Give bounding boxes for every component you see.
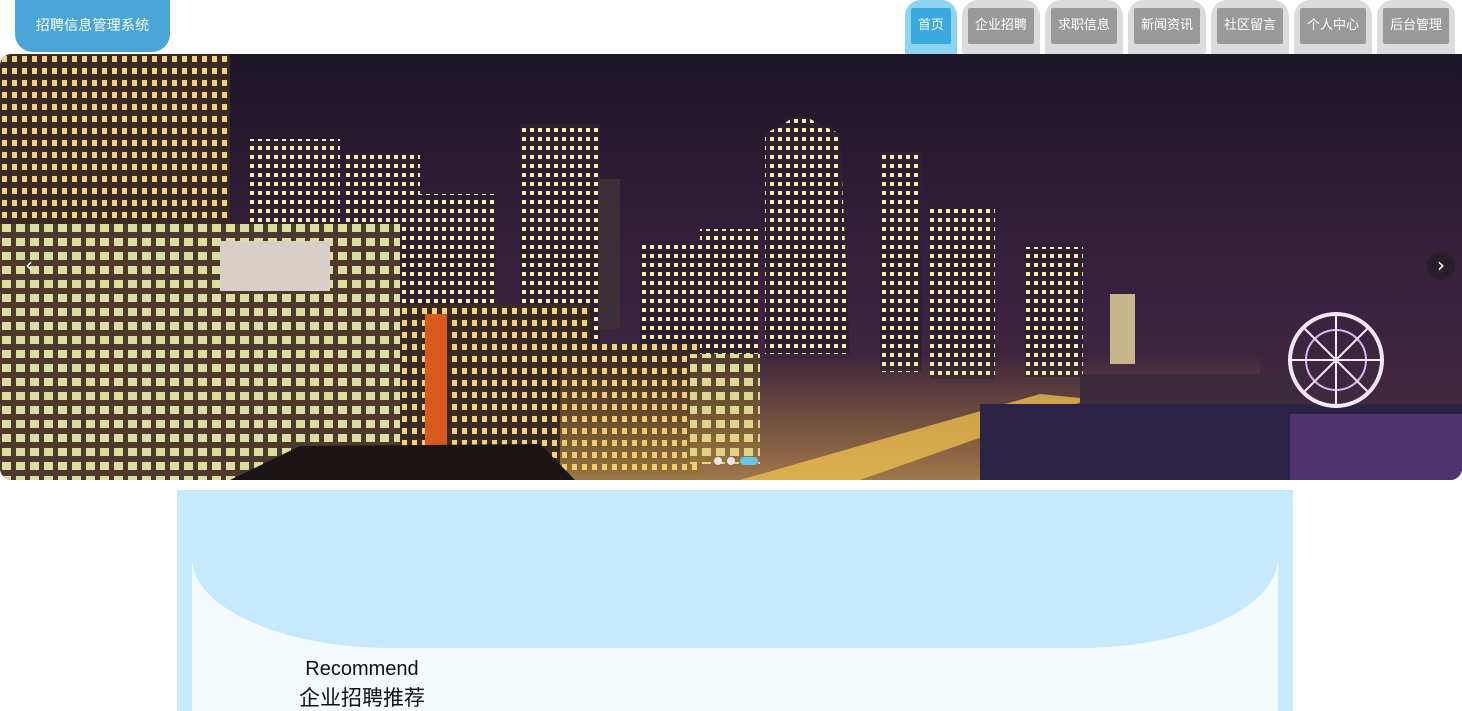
header: 招聘信息管理系统 首页 企业招聘 求职信息 新闻资讯 社区留言 个人中心 后台管… [0,0,1462,54]
nav-item-admin[interactable]: 后台管理 [1376,0,1455,54]
city-night-skyline-image [0,54,1462,480]
section-heading: Recommend 企业招聘推荐 [287,656,437,711]
banner-carousel[interactable]: ‹ › [0,54,1462,480]
section-title-en: Recommend [305,658,419,680]
chevron-right-icon[interactable]: › [1427,252,1455,280]
carousel-dot[interactable] [727,457,735,465]
nav-item-community[interactable]: 社区留言 [1210,0,1289,54]
nav-item-label: 新闻资讯 [1133,8,1200,44]
carousel-dot[interactable] [714,457,722,465]
recommend-panel: Recommend 企业招聘推荐 [192,490,1278,711]
nav-item-label: 求职信息 [1050,8,1117,44]
nav-item-home[interactable]: 首页 [904,0,957,54]
nav-item-job-seeking[interactable]: 求职信息 [1044,0,1123,54]
nav-item-label: 个人中心 [1299,8,1366,44]
section-title-cn: 企业招聘推荐 [299,686,425,710]
carousel-dot-active[interactable] [740,457,758,465]
recommend-section: Recommend 企业招聘推荐 [177,490,1293,711]
nav-item-label: 社区留言 [1216,8,1283,44]
main-nav: 首页 企业招聘 求职信息 新闻资讯 社区留言 个人中心 后台管理 [904,0,1455,54]
chevron-left-icon[interactable]: ‹ [15,252,43,280]
decorative-curve [192,490,1278,648]
carousel-indicators [714,457,758,465]
nav-item-news[interactable]: 新闻资讯 [1127,0,1206,54]
nav-item-label: 后台管理 [1382,8,1449,44]
nav-item-label: 首页 [910,8,951,44]
nav-item-personal-center[interactable]: 个人中心 [1293,0,1372,54]
nav-item-label: 企业招聘 [967,8,1034,44]
site-title[interactable]: 招聘信息管理系统 [15,0,170,52]
nav-item-company-jobs[interactable]: 企业招聘 [961,0,1040,54]
